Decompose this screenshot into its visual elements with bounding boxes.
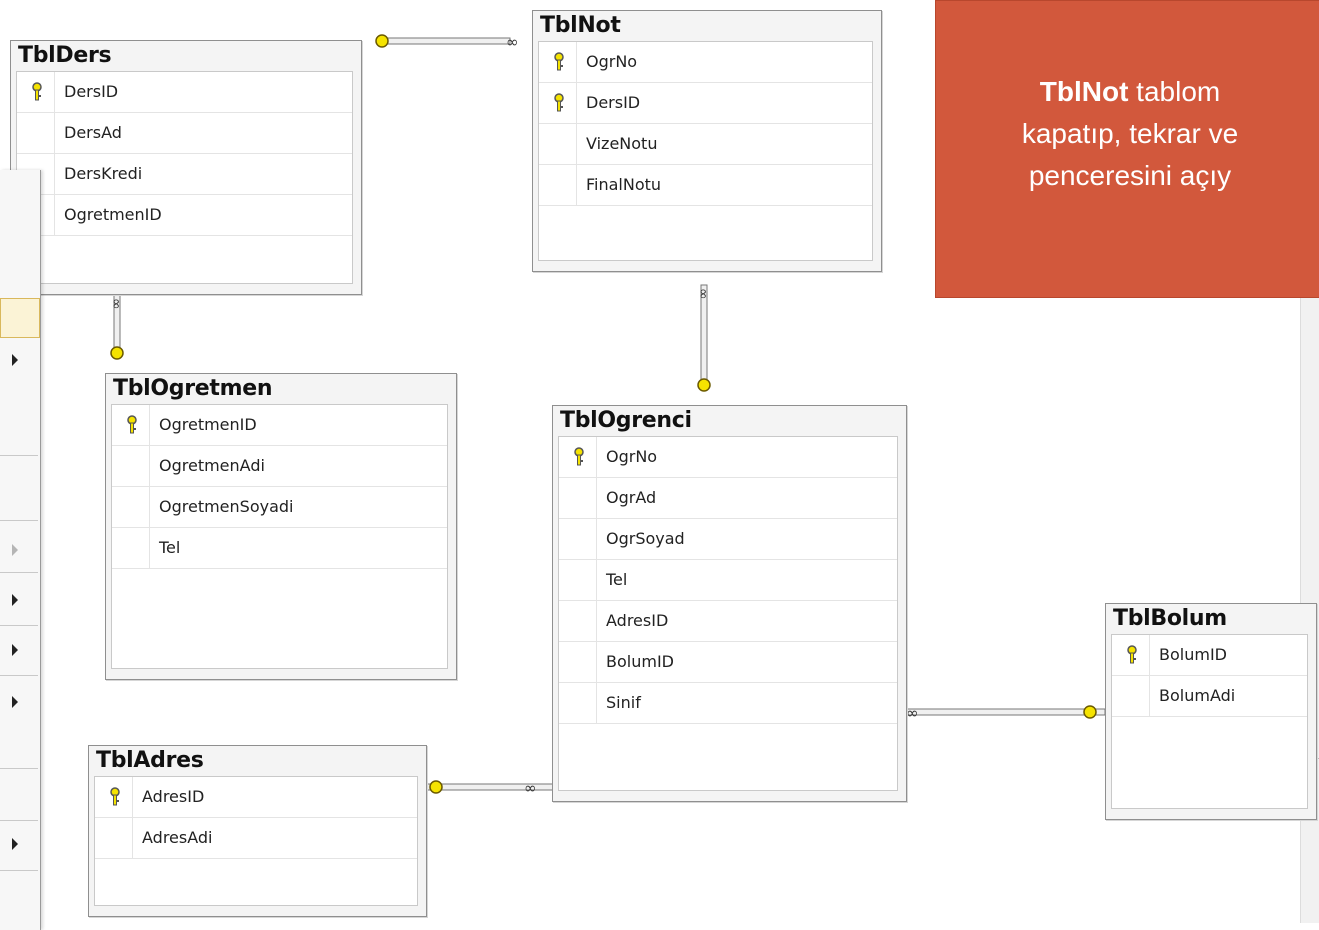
submenu-arrow-icon[interactable] <box>12 354 18 366</box>
table-tblogrenci[interactable]: TblOgrenci OgrNo OgrAd OgrSoyad Tel Adre… <box>552 405 907 802</box>
table-tblnot[interactable]: TblNot OgrNo DersID VizeNotu FinalNotu <box>532 10 882 272</box>
column-row[interactable]: AdresAdi <box>95 818 417 859</box>
menu-separator <box>0 820 38 821</box>
svg-text:∞: ∞ <box>524 779 537 797</box>
submenu-arrow-icon[interactable] <box>12 644 18 656</box>
svg-text:∞: ∞ <box>906 704 919 722</box>
menu-separator <box>0 625 38 626</box>
menu-separator <box>0 675 38 676</box>
column-name: AdresID <box>606 611 669 630</box>
column-name: OgrAd <box>606 488 657 507</box>
rel-ogrenci-bolum <box>904 708 1106 716</box>
column-row[interactable]: DersKredi <box>17 154 352 195</box>
column-row[interactable]: Tel <box>112 528 447 569</box>
column-grid: OgretmenID OgretmenAdi OgretmenSoyadi Te… <box>111 404 448 669</box>
column-row[interactable]: OgretmenID <box>17 195 352 236</box>
column-grid: OgrNo DersID VizeNotu FinalNotu <box>538 41 873 261</box>
column-grid: OgrNo OgrAd OgrSoyad Tel AdresID BolumID… <box>558 436 898 791</box>
table-title: TblAdres <box>96 748 204 773</box>
column-grid: BolumID BolumAdi <box>1111 634 1308 809</box>
primary-key-icon <box>1127 645 1137 664</box>
menu-separator <box>0 768 38 769</box>
menu-separator <box>0 520 38 521</box>
column-grid: AdresID AdresAdi <box>94 776 418 906</box>
column-row[interactable]: OgrAd <box>559 478 897 519</box>
column-row[interactable]: OgrNo <box>539 42 872 83</box>
column-row[interactable]: VizeNotu <box>539 124 872 165</box>
column-row[interactable]: AdresID <box>559 601 897 642</box>
context-menu-highlighted-item[interactable] <box>0 298 40 338</box>
submenu-arrow-icon[interactable] <box>12 594 18 606</box>
column-row[interactable]: BolumID <box>1112 635 1307 676</box>
primary-key-icon <box>574 447 584 466</box>
column-row[interactable]: Tel <box>559 560 897 601</box>
column-row[interactable]: BolumAdi <box>1112 676 1307 717</box>
submenu-arrow-icon[interactable] <box>12 838 18 850</box>
menu-separator <box>0 572 38 573</box>
svg-text:∞: ∞ <box>108 298 124 310</box>
column-row[interactable]: OgrNo <box>559 437 897 478</box>
primary-key-icon <box>554 52 564 71</box>
table-title: TblNot <box>540 13 621 38</box>
column-name: AdresAdi <box>142 828 213 847</box>
column-name: VizeNotu <box>586 134 658 153</box>
rel-ders-not <box>379 37 511 45</box>
column-name: OgretmenID <box>159 415 257 434</box>
table-title: TblBolum <box>1113 606 1227 631</box>
table-tblbolum[interactable]: TblBolum BolumID BolumAdi <box>1105 603 1317 820</box>
column-name: OgrSoyad <box>606 529 685 548</box>
submenu-arrow-icon[interactable] <box>12 696 18 708</box>
column-row[interactable]: OgretmenID <box>112 405 447 446</box>
column-row[interactable]: Sinif <box>559 683 897 724</box>
context-menu-partial[interactable] <box>0 170 41 930</box>
table-tbladres[interactable]: TblAdres AdresID AdresAdi <box>88 745 427 917</box>
column-name: BolumID <box>1159 645 1227 664</box>
primary-key-icon <box>110 787 120 806</box>
column-name: FinalNotu <box>586 175 662 194</box>
column-name: BolumID <box>606 652 674 671</box>
svg-text:∞: ∞ <box>506 33 519 51</box>
table-tblders[interactable]: TblDers DersID DersAd DersKredi Ogretmen… <box>10 40 362 295</box>
column-name: BolumAdi <box>1159 686 1236 705</box>
column-row[interactable]: OgrSoyad <box>559 519 897 560</box>
column-name: DersID <box>586 93 641 112</box>
column-name: OgretmenID <box>64 205 162 224</box>
menu-separator <box>0 455 38 456</box>
table-title: TblOgretmen <box>113 376 273 401</box>
column-row[interactable]: DersID <box>17 72 352 113</box>
primary-key-icon <box>554 93 564 112</box>
column-name: DersKredi <box>64 164 143 183</box>
column-name: OgrNo <box>606 447 658 466</box>
column-name: AdresID <box>142 787 205 806</box>
column-name: DersAd <box>64 123 122 142</box>
column-row[interactable]: DersAd <box>17 113 352 154</box>
column-name: Sinif <box>606 693 641 712</box>
column-name: Tel <box>159 538 181 557</box>
column-row[interactable]: FinalNotu <box>539 165 872 206</box>
column-row[interactable]: OgretmenAdi <box>112 446 447 487</box>
primary-key-icon <box>127 415 137 434</box>
column-name: Tel <box>606 570 628 589</box>
column-row[interactable]: BolumID <box>559 642 897 683</box>
column-name: OgrNo <box>586 52 638 71</box>
menu-separator <box>0 870 38 871</box>
column-grid: DersID DersAd DersKredi OgretmenID <box>16 71 353 284</box>
submenu-arrow-disabled-icon <box>12 544 18 556</box>
column-row[interactable]: OgretmenSoyadi <box>112 487 447 528</box>
table-title: TblOgrenci <box>560 408 692 433</box>
column-row[interactable]: AdresID <box>95 777 417 818</box>
primary-key-icon <box>32 82 42 101</box>
column-name: DersID <box>64 82 119 101</box>
column-name: OgretmenAdi <box>159 456 265 475</box>
column-row[interactable]: DersID <box>539 83 872 124</box>
table-tblogretmen[interactable]: TblOgretmen OgretmenID OgretmenAdi Ogret… <box>105 373 457 680</box>
table-title: TblDers <box>18 43 112 68</box>
svg-text:∞: ∞ <box>695 288 711 300</box>
column-name: OgretmenSoyadi <box>159 497 294 516</box>
